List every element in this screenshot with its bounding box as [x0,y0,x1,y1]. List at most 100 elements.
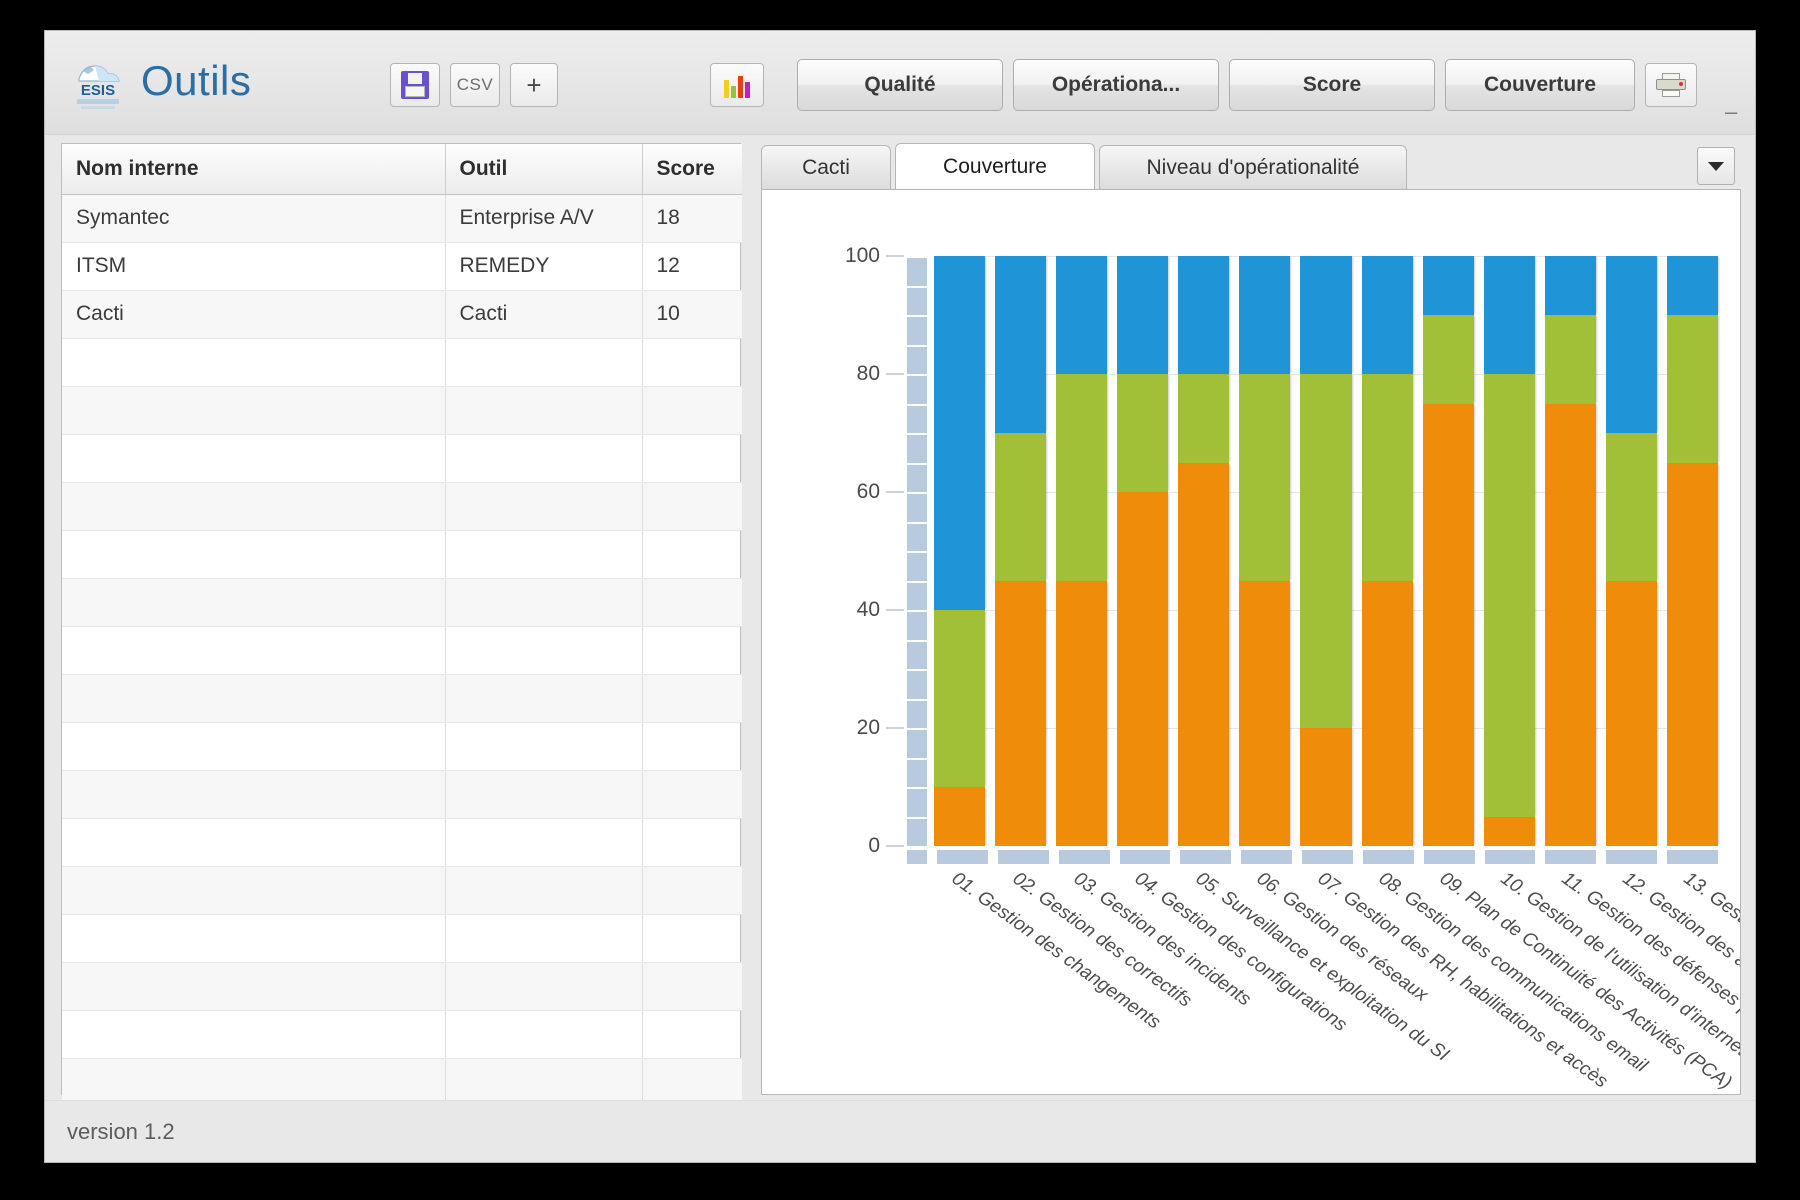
page-title: Outils [141,57,251,105]
add-button[interactable]: + [510,63,558,107]
chart-canvas: 020406080100 01. Gestion des changements… [761,189,1741,1095]
table-cell-empty [62,1010,445,1058]
bar-segment-orange [1056,581,1107,847]
table-row-empty [62,722,742,770]
minimize-button[interactable]: – [1725,99,1737,125]
bar-stack[interactable] [995,256,1046,846]
version-label: version 1.2 [67,1119,175,1145]
floppy-disk-icon [401,71,429,99]
bar-stack[interactable] [1606,256,1657,846]
table-row-empty [62,866,742,914]
tools-table-panel: Nom interne Outil Score SymantecEnterpri… [61,143,741,1095]
x-axis-tick-block [1667,850,1718,864]
bar-stack[interactable] [1178,256,1229,846]
table-row-empty [62,962,742,1010]
nav-button-score[interactable]: Score [1229,59,1435,111]
table-header-row: Nom interne Outil Score [62,144,742,194]
bar-segment-green [1423,315,1474,404]
table-cell-empty [62,866,445,914]
bar-segment-green [1545,315,1596,404]
esis-logo-text: ESIS [81,82,115,99]
bar-segment-blue [1362,256,1413,374]
x-axis-tick-block [1241,850,1292,864]
column-header-score[interactable]: Score [642,144,742,194]
y-axis-minor-tick [907,374,927,376]
table-cell: REMEDY [445,242,642,290]
bar-stack[interactable] [1362,256,1413,846]
bar-stack[interactable] [1423,256,1474,846]
bar-stack[interactable] [1300,256,1351,846]
x-axis-tick-block [998,850,1049,864]
tab-couverture[interactable]: Couverture [895,143,1095,189]
y-axis-tick-label: 0 [868,834,880,858]
column-header-outil[interactable]: Outil [445,144,642,194]
nav-button-qualite[interactable]: Qualité [797,59,1003,111]
export-csv-button[interactable]: CSV [450,63,500,107]
bar-segment-orange [934,787,985,846]
tab-cacti[interactable]: Cacti [761,145,891,189]
chart-view-button[interactable] [710,63,764,107]
table-cell: 12 [642,242,742,290]
bar-segment-orange [1423,404,1474,847]
table-cell-empty [445,770,642,818]
table-row[interactable]: SymantecEnterprise A/V18 [62,194,742,242]
y-axis-minor-tick [907,256,927,258]
chevron-down-icon [1708,162,1724,171]
y-axis-tick-label: 80 [857,362,880,386]
table-cell-empty [62,674,445,722]
table-row[interactable]: CactiCacti10 [62,290,742,338]
y-axis-minor-tick [907,610,927,612]
tab-overflow-dropdown-button[interactable] [1697,147,1735,185]
table-cell-empty [62,386,445,434]
bar-segment-orange [1300,728,1351,846]
table-cell-empty [642,338,742,386]
bar-stack[interactable] [934,256,985,846]
x-axis-tick-block [1545,850,1596,864]
nav-button-operationnalite[interactable]: Opérationa... [1013,59,1219,111]
table-cell-empty [642,1010,742,1058]
table-cell-empty [642,770,742,818]
bar-stack[interactable] [1484,256,1535,846]
nav-button-couverture[interactable]: Couverture [1445,59,1635,111]
y-axis-ticks [886,256,906,846]
bar-segment-green [1178,374,1229,463]
table-cell-empty [445,818,642,866]
table-cell-empty [445,866,642,914]
table-row[interactable]: ITSMREMEDY12 [62,242,742,290]
table-cell-empty [445,482,642,530]
table-cell-empty [62,962,445,1010]
bar-segment-orange [1117,492,1168,846]
bar-stack[interactable] [1056,256,1107,846]
application-window: ESIS Outils CSV + Qualité Opérationa... … [44,30,1756,1163]
table-cell-empty [445,674,642,722]
bar-segment-blue [1423,256,1474,315]
bar-stack[interactable] [1667,256,1718,846]
bar-segment-blue [1239,256,1290,374]
table-cell: 18 [642,194,742,242]
chart-panel: Cacti Couverture Niveau d'opérationalité… [761,143,1741,1095]
tab-niveau-operationalite[interactable]: Niveau d'opérationalité [1099,145,1407,189]
bar-segment-green [1667,315,1718,463]
table-row-empty [62,386,742,434]
y-axis-minor-tick [907,522,927,524]
column-header-nom-interne[interactable]: Nom interne [62,144,445,194]
table-cell-empty [445,578,642,626]
bar-stack[interactable] [1545,256,1596,846]
bar-stack[interactable] [1239,256,1290,846]
y-axis-tick-label: 40 [857,598,880,622]
y-axis-minor-tick [907,404,927,406]
bar-segment-green [1362,374,1413,581]
table-cell-empty [62,434,445,482]
table-row-empty [62,1058,742,1106]
print-button[interactable] [1645,63,1697,107]
bar-stack[interactable] [1117,256,1168,846]
table-cell-empty [642,866,742,914]
table-cell-empty [445,1010,642,1058]
bar-segment-blue [1178,256,1229,374]
table-cell-empty [62,626,445,674]
close-button[interactable]: ✕ [1755,99,1756,128]
esis-logo-icon: ESIS [65,49,131,115]
bar-segment-orange [1667,463,1718,847]
save-button[interactable] [390,63,440,107]
y-axis-labels: 020406080100 [818,256,880,846]
